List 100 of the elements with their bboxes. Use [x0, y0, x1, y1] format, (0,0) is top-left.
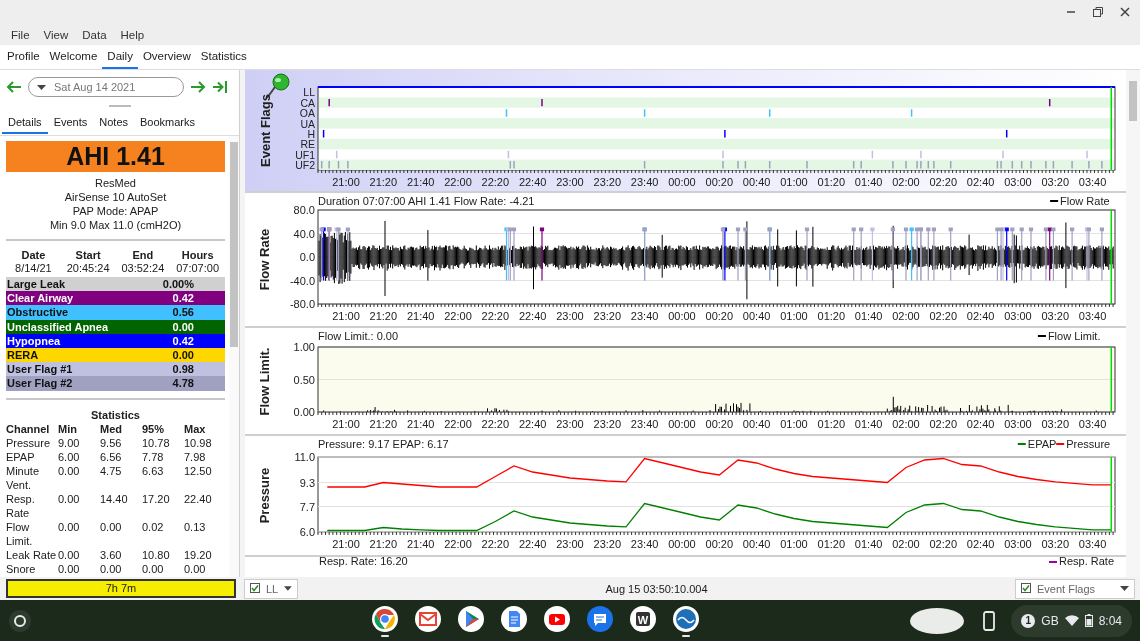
y-tick-label: -40.0 — [289, 274, 315, 287]
tab[interactable]: Details — [2, 112, 48, 134]
close-icon[interactable] — [1118, 5, 1132, 19]
chart-readout: Resp. Rate: 16.20 — [319, 557, 408, 567]
time-label: 23:40 — [630, 418, 659, 430]
statistics-title: Statistics — [90, 407, 141, 422]
app-icon[interactable]: W — [629, 604, 658, 633]
video-app-icon[interactable] — [543, 604, 572, 633]
machine-info: ResMed — [94, 176, 137, 190]
index-name: Clear Airway — [7, 291, 74, 306]
channel-dropdown[interactable]: LL — [244, 578, 298, 599]
legend-item: Resp. Rate — [1048, 557, 1114, 567]
time-label: 01:20 — [817, 538, 846, 550]
time-label: 02:00 — [892, 418, 920, 430]
status-tray[interactable]: 1 GB 8:04 — [1011, 604, 1132, 637]
time-label: 02:40 — [966, 176, 995, 188]
checkbox[interactable] — [250, 582, 260, 593]
legend-label: Pressure — [1066, 438, 1111, 450]
time-label: 22:00 — [444, 310, 472, 322]
machine-info: PAP Mode: APAP — [71, 204, 160, 218]
y-tick-label: 7.7 — [299, 500, 315, 513]
restore-icon[interactable] — [1091, 5, 1105, 19]
launcher-icon[interactable] — [8, 608, 32, 633]
store-app-icon[interactable] — [457, 604, 486, 633]
mail-app-icon[interactable] — [414, 604, 443, 633]
splitter-handle[interactable] — [108, 104, 131, 108]
time-label: 00:00 — [668, 310, 696, 322]
legend-item: Flow Limit. — [1037, 330, 1101, 342]
chat-app-icon[interactable] — [586, 604, 615, 633]
menu-item[interactable]: File — [4, 28, 37, 41]
forward-arrow-icon[interactable] — [190, 81, 206, 93]
chart-title: Flow Rate — [257, 228, 273, 291]
table-cell-text: 19.20 — [184, 547, 213, 562]
duration-bar: 7h 7m — [6, 579, 236, 598]
table-cell-text: 0.00 — [58, 519, 81, 535]
index-name: Hypopnea — [7, 333, 61, 348]
time-label: 21:00 — [332, 310, 360, 322]
time-label: 00:40 — [742, 538, 771, 550]
index-name: User Flag #2 — [7, 376, 73, 391]
scrollbar[interactable] — [1126, 70, 1140, 577]
oscar-app-icon[interactable] — [672, 604, 701, 633]
time-label: 02:20 — [929, 310, 958, 322]
legend-label: EPAP — [1027, 438, 1057, 450]
index-value: 0.56 — [172, 305, 194, 320]
time-label: 23:00 — [556, 418, 584, 430]
time-label: 02:20 — [929, 176, 958, 188]
scrollbar[interactable] — [229, 136, 239, 577]
time-label: 03:00 — [1004, 538, 1032, 550]
jump-to-end-icon[interactable] — [212, 80, 228, 94]
time-label: 02:20 — [929, 538, 958, 550]
menu-item[interactable]: View — [36, 28, 76, 41]
time-label: 23:40 — [630, 176, 659, 188]
chart-title: Flow Limit. — [257, 347, 273, 415]
time-label: 03:20 — [1041, 418, 1070, 430]
time-label: 01:00 — [780, 176, 808, 188]
tab[interactable]: Welcome — [44, 45, 103, 69]
tab[interactable]: Statistics — [195, 45, 252, 69]
time-label: 03:00 — [1004, 418, 1032, 430]
y-tick-label: 0.00 — [293, 406, 315, 418]
time-label: 01:00 — [780, 418, 808, 430]
time-label: 01:00 — [780, 538, 808, 550]
time-label: 00:40 — [742, 418, 771, 430]
time-label: 22:40 — [518, 176, 547, 188]
docs-app-icon[interactable] — [500, 604, 529, 633]
table-cell-text: EPAP — [6, 449, 36, 464]
time-label: 21:20 — [369, 310, 398, 322]
y-tick-label: 0.0 — [299, 251, 315, 263]
tab[interactable]: Daily — [102, 45, 138, 69]
menu-item[interactable]: Data — [75, 28, 114, 41]
flag-row-label: UF2 — [295, 159, 315, 171]
chart-readout: Pressure: 9.17 EPAP: 6.17 — [318, 438, 449, 450]
tab[interactable]: Profile — [2, 45, 45, 69]
flag-row-label: LL — [303, 86, 315, 99]
time-label: 03:40 — [1078, 418, 1107, 430]
time-label: 23:00 — [556, 538, 584, 550]
menu-item[interactable]: Help — [113, 28, 152, 41]
tab[interactable]: Events — [47, 112, 94, 134]
column-header: Hours — [180, 249, 215, 262]
graph-dropdown[interactable]: Event Flags — [1015, 578, 1135, 599]
y-tick-label: 1.00 — [293, 341, 315, 353]
time-label: 00:40 — [742, 176, 771, 188]
checkbox[interactable] — [1021, 582, 1031, 593]
time-label: 22:00 — [444, 176, 472, 188]
table-cell-text: 3.60 — [100, 547, 123, 562]
tab[interactable]: Notes — [93, 112, 134, 134]
back-arrow-icon[interactable] — [6, 81, 22, 93]
browser-app-icon[interactable] — [371, 604, 400, 633]
chart-title: Event Flags — [257, 94, 273, 167]
time-label: 22:20 — [481, 310, 510, 322]
table-cell-text: 10.80 — [142, 547, 171, 562]
time-label: 03:40 — [1078, 538, 1107, 550]
table-cell-text: 7.78 — [142, 449, 165, 464]
tab[interactable]: Bookmarks — [134, 112, 202, 134]
time-label: 03:00 — [1004, 176, 1032, 188]
time-label: 23:20 — [593, 310, 622, 322]
flag-row-label: H — [307, 127, 315, 140]
column-header: Max — [184, 421, 207, 436]
avatar-icon[interactable] — [909, 606, 966, 635]
time-label: 03:20 — [1041, 538, 1070, 550]
tab[interactable]: Overview — [137, 45, 196, 69]
